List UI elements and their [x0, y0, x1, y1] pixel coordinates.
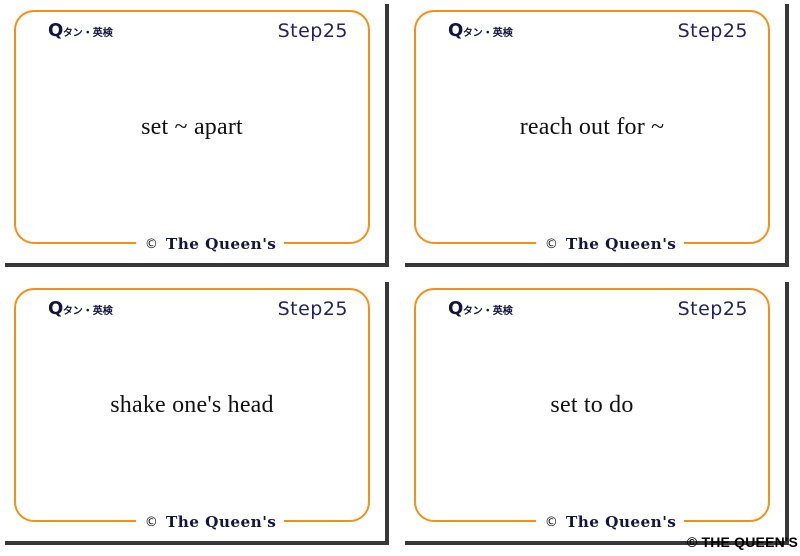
- footer-signature: © The Queen's: [135, 234, 285, 253]
- footer-signature: © The Queen's: [535, 234, 685, 253]
- footer-brand-name: The Queen's: [565, 512, 677, 531]
- copyright-icon: ©: [144, 236, 158, 252]
- flashcard[interactable]: Q タン・英検 Step25 set to do © The Queen's: [400, 278, 800, 556]
- copyright-icon: ©: [544, 236, 558, 252]
- footer-brand-name: The Queen's: [165, 512, 277, 531]
- footer-signature: © The Queen's: [535, 512, 685, 531]
- card-footer: © The Queen's: [414, 510, 770, 534]
- footer-brand-name: The Queen's: [565, 234, 677, 253]
- card-footer: © The Queen's: [14, 232, 370, 256]
- card-border-frame: [14, 288, 370, 522]
- card-border-frame: [414, 10, 770, 244]
- card-footer: © The Queen's: [14, 510, 370, 534]
- copyright-icon: ©: [144, 514, 158, 530]
- watermark: © THE QUEEN'S: [686, 534, 798, 550]
- copyright-icon: ©: [544, 514, 558, 530]
- card-footer: © The Queen's: [414, 232, 770, 256]
- flashcard-grid: Q タン・英検 Step25 set ~ apart © The Queen's…: [0, 0, 800, 556]
- flashcard[interactable]: Q タン・英検 Step25 reach out for ~ © The Que…: [400, 0, 800, 278]
- footer-brand-name: The Queen's: [165, 234, 277, 253]
- flashcard[interactable]: Q タン・英検 Step25 shake one's head © The Qu…: [0, 278, 400, 556]
- flashcard[interactable]: Q タン・英検 Step25 set ~ apart © The Queen's: [0, 0, 400, 278]
- card-border-frame: [414, 288, 770, 522]
- card-border-frame: [14, 10, 370, 244]
- footer-signature: © The Queen's: [135, 512, 285, 531]
